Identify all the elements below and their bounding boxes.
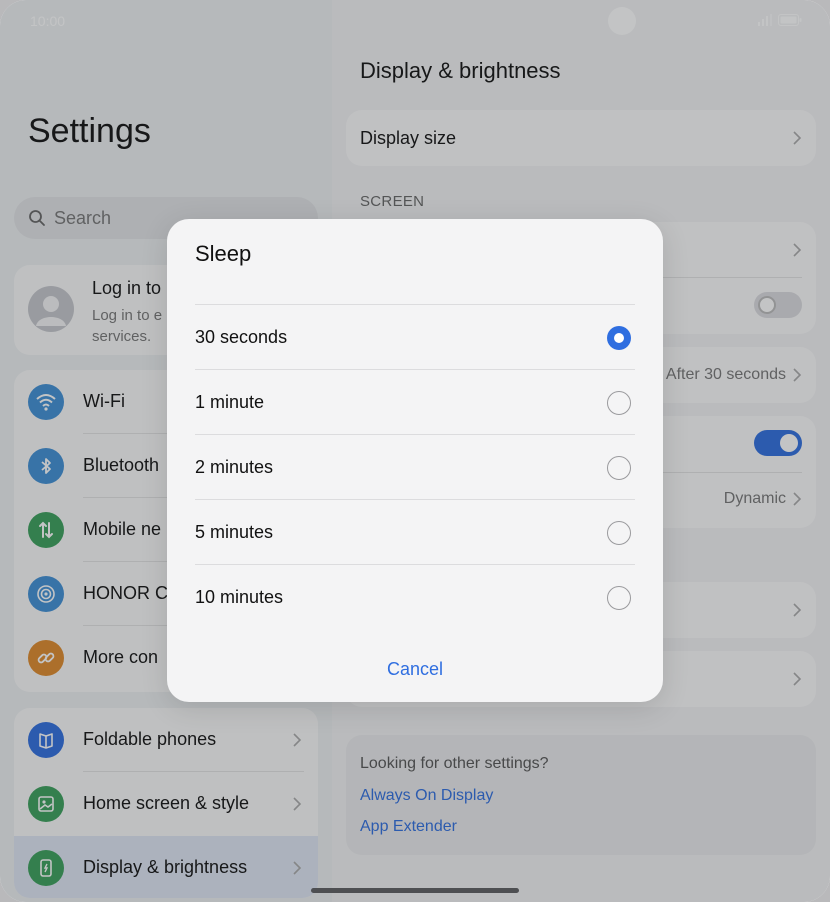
cancel-button[interactable]: Cancel [167,659,663,680]
radio-unselected[interactable] [607,456,631,480]
option-label: 10 minutes [195,587,284,607]
radio-unselected[interactable] [607,391,631,415]
device-screen: Settings Search Log in to Log in to e se… [0,0,830,902]
option-label: 30 seconds [195,327,288,347]
radio-selected[interactable] [607,326,631,350]
radio-unselected[interactable] [607,521,631,545]
radio-unselected[interactable] [607,586,631,610]
sleep-option-30-seconds[interactable]: 30 seconds [167,305,663,370]
option-label: 5 minutes [195,522,274,542]
option-label: 2 minutes [195,457,274,477]
sleep-option-2-minutes[interactable]: 2 minutes [167,435,663,500]
sleep-dialog: Sleep 30 seconds 1 minute 2 minutes 5 mi… [167,219,663,702]
sleep-option-1-minute[interactable]: 1 minute [167,370,663,435]
option-label: 1 minute [195,392,265,412]
sleep-option-10-minutes[interactable]: 10 minutes [167,565,663,630]
dialog-title: Sleep [195,241,252,266]
sleep-option-5-minutes[interactable]: 5 minutes [167,500,663,565]
